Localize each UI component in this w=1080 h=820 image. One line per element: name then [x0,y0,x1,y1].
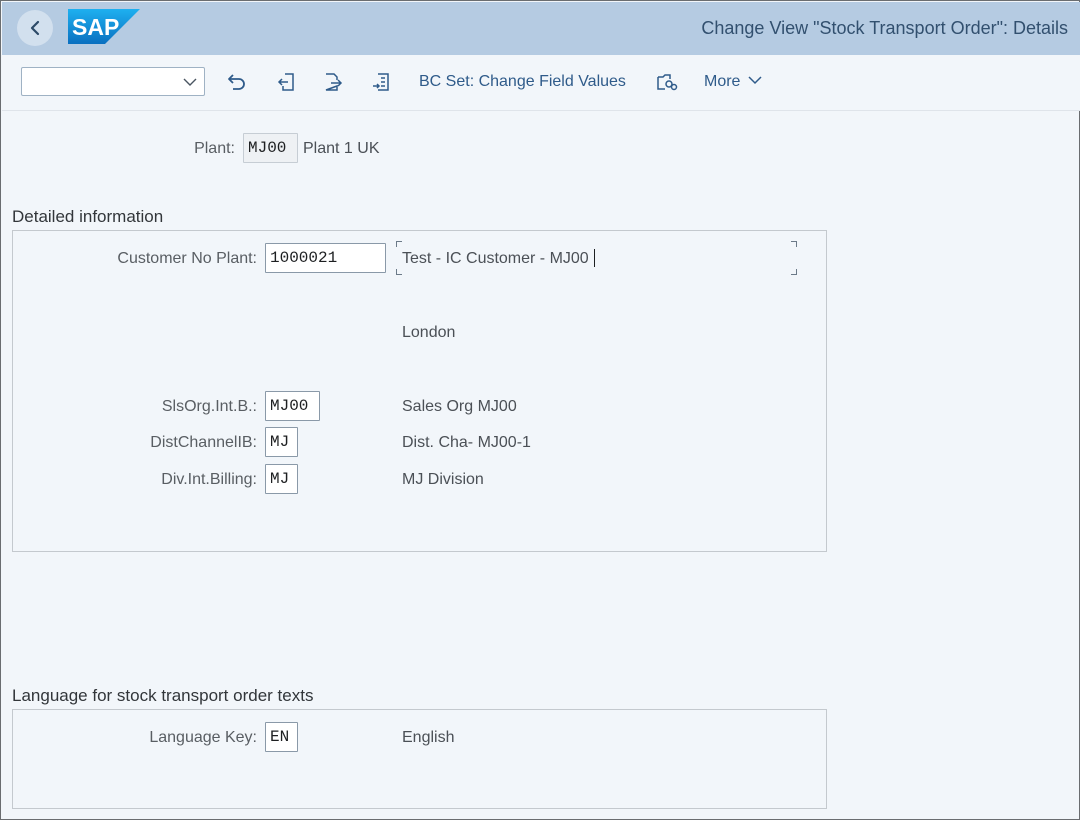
dist-channel-description: Dist. Cha- MJ00-1 [402,434,531,451]
variable-list-button[interactable] [656,71,678,93]
plant-code-field: MJ00 [243,133,298,163]
selection-corner [396,269,402,275]
chevron-down-icon[interactable] [182,74,198,90]
detailed-information-group [12,230,827,552]
language-description: English [402,729,455,746]
division-label: Div.Int.Billing: [161,471,257,488]
back-button[interactable] [17,10,53,46]
plant-name: Plant 1 UK [303,140,380,157]
language-group [12,709,827,809]
sales-org-label: SlsOrg.Int.B.: [161,398,257,415]
language-section-title: Language for stock transport order texts [12,686,314,705]
transport-button[interactable] [370,71,392,93]
previous-entry-icon [277,73,294,91]
variable-list-icon [657,74,678,91]
dist-channel-field[interactable]: MJ [265,427,298,457]
sales-org-description: Sales Org MJ00 [402,398,517,415]
customer-no-plant-label: Customer No Plant: [117,250,257,267]
customer-name: Test - IC Customer - MJ00 [402,250,589,267]
detailed-information-title: Detailed information [12,207,164,226]
previous-entry-button[interactable] [275,71,297,93]
shell-header: SAP Change View "Stock Transport Order":… [2,2,1080,55]
division-description: MJ Division [402,471,484,488]
language-key-label: Language Key: [149,729,257,746]
customer-no-plant-field[interactable]: 1000021 [265,243,386,273]
undo-icon [228,74,245,90]
dist-channel-label: DistChannelIB: [150,434,257,451]
sap-logo: SAP [68,9,140,44]
next-entry-button[interactable] [322,71,344,93]
command-field[interactable] [21,67,205,96]
division-field[interactable]: MJ [265,464,298,494]
undo-button[interactable] [226,71,248,93]
page-title: Change View "Stock Transport Order": Det… [701,18,1068,38]
more-button[interactable]: More [704,73,762,91]
chevron-down-icon [748,76,762,85]
bc-set-change-field-values-button[interactable]: BC Set: Change Field Values [419,73,626,91]
next-entry-icon [325,73,343,91]
sap-window: SAP Change View "Stock Transport Order":… [0,0,1080,820]
svg-text:SAP: SAP [72,14,119,40]
plant-label: Plant: [194,140,235,157]
selection-corner [396,241,402,247]
sales-org-field[interactable]: MJ00 [265,391,320,421]
more-label: More [704,73,741,90]
text-cursor [594,249,595,267]
application-toolbar: BC Set: Change Field Values More [2,55,1080,111]
selection-corner [791,269,797,275]
chevron-left-icon [30,20,40,36]
transport-icon [373,73,389,91]
customer-city: London [402,324,456,341]
language-key-field[interactable]: EN [265,722,298,752]
selection-corner [791,241,797,247]
